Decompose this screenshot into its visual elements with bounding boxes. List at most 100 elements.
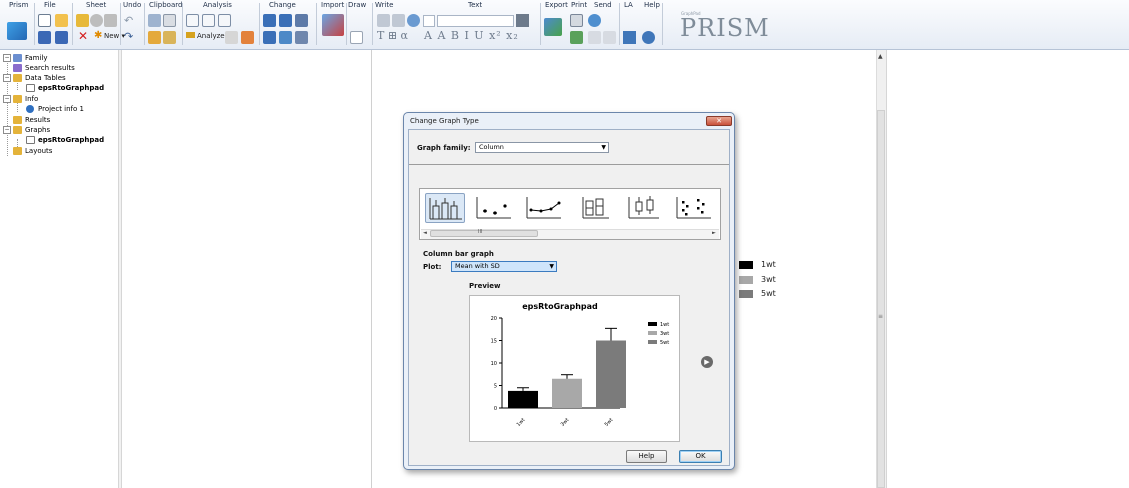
- cut-icon[interactable]: [148, 14, 161, 27]
- box-plot-icon: [582, 197, 609, 219]
- nav-item-data-table-epsRtoGraphpad[interactable]: epsRtoGraphpad: [0, 83, 118, 93]
- sheet-option-icon[interactable]: [90, 14, 103, 27]
- chevron-down-icon: ▼: [549, 263, 554, 270]
- nav-item-family[interactable]: − Family: [0, 53, 118, 63]
- print-icon[interactable]: [570, 14, 583, 27]
- bg-legend-label-1: 1wt: [761, 260, 776, 269]
- change-numbering-icon[interactable]: [295, 31, 308, 44]
- send-word-icon[interactable]: [603, 31, 616, 44]
- draw-shape-icon[interactable]: [350, 31, 363, 44]
- prism-menu-icon[interactable]: [7, 22, 27, 40]
- toolbar-section-analysis: Analysis: [203, 1, 232, 9]
- gallery-item-box-plot[interactable]: [575, 193, 615, 223]
- change-format-icon[interactable]: [279, 14, 292, 27]
- help-button[interactable]: Help: [626, 450, 667, 463]
- undo-icon[interactable]: ↶: [124, 14, 133, 27]
- send-icon[interactable]: [588, 14, 601, 27]
- write-info-icon[interactable]: [407, 14, 420, 27]
- table-analysis-icon[interactable]: [218, 14, 231, 27]
- help-icon[interactable]: [642, 31, 655, 44]
- new-file-icon[interactable]: [38, 14, 51, 27]
- graph-family-value: Column: [479, 143, 504, 151]
- nav-item-data-tables[interactable]: − Data Tables: [0, 73, 118, 83]
- toolbar-section-file: File: [44, 1, 56, 9]
- sheet-scroll-thumb[interactable]: [877, 110, 885, 488]
- preview-chart: epsRtoGraphpad 0 5 10 15 20 1wt 3wt 5wt 1wt 3wt 5wt: [491, 302, 670, 428]
- bar-1wt: [508, 390, 538, 408]
- font-size-combo[interactable]: [423, 15, 435, 27]
- gallery-item-box-whisker[interactable]: [625, 193, 665, 223]
- open-file-icon[interactable]: [55, 14, 68, 27]
- send-ppt-icon[interactable]: [588, 31, 601, 44]
- x-tick-label: 5wt: [604, 417, 615, 428]
- chart-title: epsRtoGraphpad: [522, 302, 598, 311]
- dialog-close-button[interactable]: ✕: [706, 116, 732, 126]
- next-preview-icon[interactable]: ▶: [701, 356, 713, 368]
- gallery-item-column-bars[interactable]: [425, 193, 465, 223]
- interpret-icon[interactable]: [186, 14, 199, 27]
- transform-icon[interactable]: [202, 14, 215, 27]
- new-sheet-icon[interactable]: ✱: [94, 30, 102, 41]
- gallery-scroll-thumb[interactable]: [430, 230, 538, 237]
- plot-select[interactable]: Mean with SD ▼: [451, 261, 557, 272]
- scroll-up-arrow-icon[interactable]: ▲: [878, 53, 883, 60]
- graph-family-select[interactable]: Column ▼: [475, 142, 609, 153]
- paste-special-icon[interactable]: [163, 31, 176, 44]
- analyze-button[interactable]: Analyze: [186, 32, 225, 40]
- change-graph-type-icon[interactable]: [263, 14, 276, 27]
- preview-label: Preview: [469, 282, 501, 290]
- edit-sheet-icon[interactable]: [76, 14, 89, 27]
- right-pane: [886, 50, 1129, 488]
- nav-item-graphs[interactable]: − Graphs: [0, 125, 118, 135]
- text-format-icons[interactable]: A A B I U x² x₂: [424, 29, 519, 42]
- nav-item-search-results[interactable]: Search results: [0, 63, 118, 73]
- analysis-params-icon[interactable]: [225, 31, 238, 44]
- gallery-item-scattered-points[interactable]: [675, 193, 715, 223]
- legend-label: 3wt: [660, 331, 669, 337]
- y-tick-label: 15: [491, 339, 497, 345]
- import-image-icon[interactable]: [322, 14, 344, 36]
- write-equation-icon[interactable]: [377, 14, 390, 27]
- nav-item-project-info[interactable]: Project info 1: [0, 104, 118, 114]
- ok-button[interactable]: OK: [679, 450, 722, 463]
- font-color-icon[interactable]: [516, 14, 529, 27]
- text-tools-icon[interactable]: T ⊞ α: [377, 29, 408, 42]
- y-tick-label: 5: [494, 384, 497, 390]
- paste-icon[interactable]: [148, 31, 161, 44]
- toolbar-section-send: Send: [594, 1, 612, 9]
- export-icon[interactable]: [544, 18, 562, 36]
- main-toolbar: Prism File Sheet Undo Clipboard Analysis…: [0, 0, 1129, 50]
- new-sheet-button[interactable]: New ▾: [104, 32, 125, 40]
- redo-icon[interactable]: ↷: [124, 30, 133, 43]
- delete-sheet-icon[interactable]: ✕: [78, 29, 88, 43]
- toolbar-section-la: LA: [624, 1, 633, 9]
- nav-item-info[interactable]: − Info: [0, 94, 118, 104]
- bg-legend-swatch-3: [739, 290, 753, 298]
- toolbar-section-export: Export: [545, 1, 568, 9]
- change-axes-icon[interactable]: [295, 14, 308, 27]
- scroll-left-arrow-icon[interactable]: ◄: [423, 230, 427, 236]
- legend-label: 5wt: [660, 340, 669, 346]
- bar-3wt: [552, 378, 582, 408]
- write-table-icon[interactable]: [392, 14, 405, 27]
- copy-icon[interactable]: [163, 14, 176, 27]
- print-preview-icon[interactable]: [570, 31, 583, 44]
- toolbar-section-prism: Prism: [9, 1, 29, 9]
- save-all-icon[interactable]: [55, 31, 68, 44]
- gallery-item-connected-line[interactable]: [525, 193, 565, 223]
- scroll-right-arrow-icon[interactable]: ►: [712, 230, 716, 236]
- font-name-combo[interactable]: [437, 15, 514, 27]
- change-colors-icon[interactable]: [279, 31, 292, 44]
- save-icon[interactable]: [38, 31, 51, 44]
- analysis-wand-icon[interactable]: [241, 31, 254, 44]
- toolbar-section-help: Help: [644, 1, 660, 9]
- column-bars-icon: [429, 198, 462, 220]
- nav-item-layouts[interactable]: Layouts: [0, 146, 118, 156]
- scatter-dots-icon: [476, 197, 511, 219]
- nav-item-results[interactable]: Results: [0, 115, 118, 125]
- sheet-link-icon[interactable]: [104, 14, 117, 27]
- change-data-icon[interactable]: [263, 31, 276, 44]
- nav-item-graph-epsRtoGraphpad[interactable]: epsRtoGraphpad: [0, 135, 118, 145]
- gallery-item-scatter-dots[interactable]: [475, 193, 515, 223]
- la-icon[interactable]: [623, 31, 636, 44]
